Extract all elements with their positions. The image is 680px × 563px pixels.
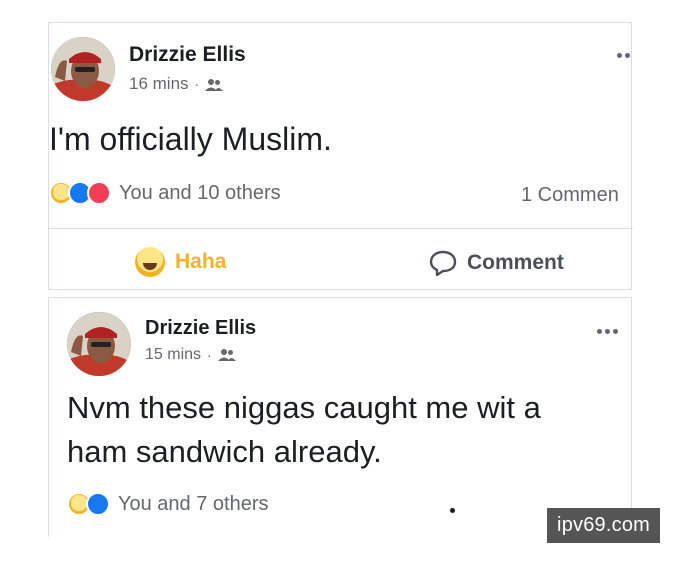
haha-icon <box>135 247 165 277</box>
friends-icon <box>217 348 236 362</box>
action-divider <box>49 228 633 229</box>
post-card-2: Drizzie Ellis 15 mins · Nvm these niggas… <box>48 297 632 537</box>
more-dot <box>625 53 630 58</box>
reactions-count-text: You and 7 others <box>118 492 269 515</box>
timestamp[interactable]: 16 mins <box>129 74 189 94</box>
comments-count[interactable]: 1 Commen <box>521 184 619 207</box>
more-options-button[interactable] <box>597 329 618 334</box>
more-dot <box>617 53 622 58</box>
more-options-button[interactable] <box>617 53 630 58</box>
reaction-summary[interactable]: You and 10 others <box>49 181 281 205</box>
avatar-image <box>67 312 131 376</box>
timestamp[interactable]: 15 mins <box>145 346 201 364</box>
comment-button[interactable]: Comment <box>429 250 564 276</box>
watermark: ipv69.com <box>547 508 660 543</box>
more-dot <box>605 329 610 334</box>
author-avatar[interactable] <box>67 312 131 376</box>
like-reaction-icon <box>86 492 110 516</box>
post-meta: 16 mins · <box>129 74 224 94</box>
author-name[interactable]: Drizzie Ellis <box>145 317 256 340</box>
author-avatar[interactable] <box>51 37 115 101</box>
post-text-line: ham sandwich already. <box>67 434 382 469</box>
post-text-line: Nvm these niggas caught me wit a <box>67 390 541 425</box>
stray-dot <box>450 508 455 513</box>
love-reaction-icon <box>87 181 111 205</box>
comment-icon <box>429 250 457 276</box>
haha-label: Haha <box>175 250 227 273</box>
post-meta: 15 mins · <box>145 346 236 364</box>
comment-label: Comment <box>467 251 564 274</box>
avatar-image <box>51 37 115 101</box>
post-card-1: Drizzie Ellis 16 mins · I'm officially M… <box>48 22 633 290</box>
separator-dot: · <box>194 76 200 92</box>
haha-reaction-button[interactable]: Haha <box>135 247 226 277</box>
post-text: Nvm these niggas caught me wit a ham san… <box>67 386 541 474</box>
more-dot <box>613 329 618 334</box>
reaction-summary[interactable]: You and 7 others <box>67 492 269 516</box>
separator-dot: · <box>207 347 212 363</box>
reactions-count-text: You and 10 others <box>119 181 281 204</box>
friends-icon <box>205 77 224 91</box>
more-dot <box>597 329 602 334</box>
author-name[interactable]: Drizzie Ellis <box>129 43 246 67</box>
post-text: I'm officially Muslim. <box>49 121 332 157</box>
